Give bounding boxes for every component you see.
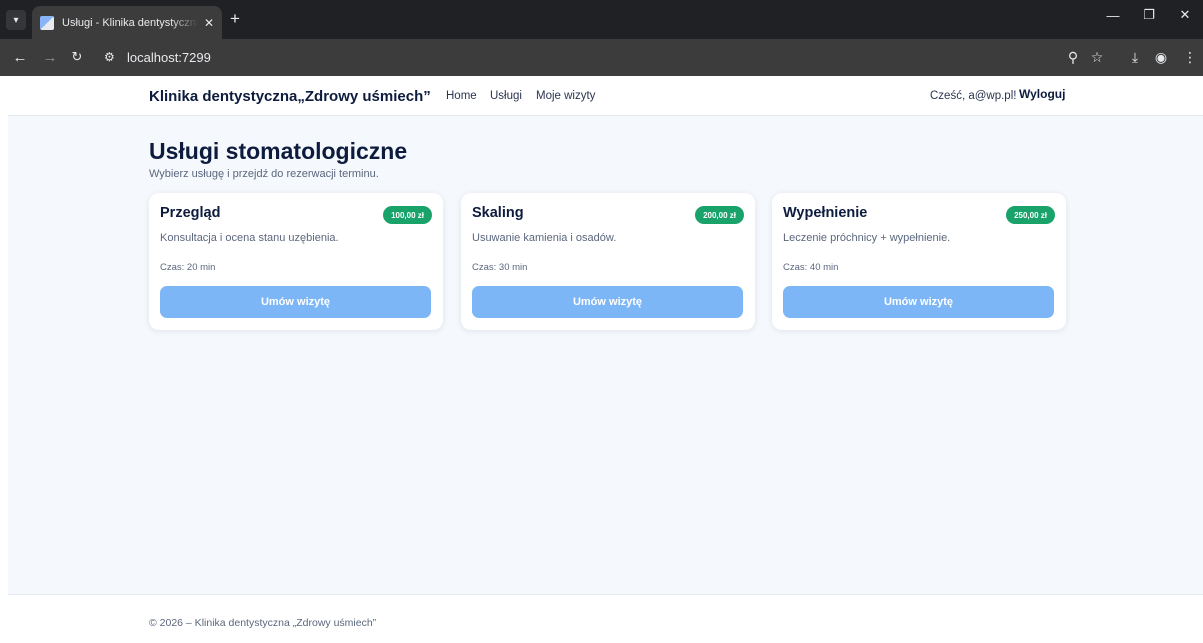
- browser-tab[interactable]: Usługi - Klinika dentystyczna „Zdrowy uś…: [32, 6, 222, 39]
- window-close-icon[interactable]: ✕: [1167, 0, 1203, 30]
- user-greeting: Cześć, a@wp.pl!: [930, 90, 1017, 102]
- download-icon[interactable]: ⤓: [1125, 47, 1145, 67]
- page-title: Usługi stomatologiczne: [149, 138, 408, 164]
- book-visit-button[interactable]: Umów wizytę: [783, 286, 1054, 318]
- browser-tabstrip: ▾ Usługi - Klinika dentystyczna „Zdrowy …: [0, 0, 1203, 39]
- site-info-icon[interactable]: ⚙: [104, 50, 115, 64]
- new-tab-button[interactable]: +: [230, 10, 240, 28]
- book-visit-button[interactable]: Umów wizytę: [160, 286, 431, 318]
- profile-avatar-icon[interactable]: ◉: [1151, 47, 1171, 67]
- service-duration: Czas: 30 min: [472, 262, 528, 273]
- footer-copyright: © 2026 – Klinika dentystyczna „Zdrowy uś…: [149, 617, 377, 629]
- window-controls: — ❐ ✕: [1095, 0, 1203, 30]
- nav-link-home[interactable]: Home: [446, 90, 477, 102]
- price-badge: 250,00 zł: [1006, 206, 1055, 224]
- site-navbar: Klinika dentystyczna„Zdrowy uśmiech” Hom…: [8, 76, 1203, 116]
- service-card-przeglad: Przegląd 100,00 zł Konsultacja i ocena s…: [149, 193, 443, 330]
- nav-link-services[interactable]: Usługi: [490, 90, 522, 102]
- price-badge: 200,00 zł: [695, 206, 744, 224]
- back-arrow-icon[interactable]: ←: [10, 47, 30, 67]
- price-badge: 100,00 zł: [383, 206, 432, 224]
- logout-button[interactable]: Wyloguj: [1019, 87, 1065, 101]
- minimize-icon[interactable]: —: [1095, 0, 1131, 30]
- book-visit-button[interactable]: Umów wizytę: [472, 286, 743, 318]
- service-name: Przegląd: [160, 205, 221, 221]
- service-card-wypelnienie: Wypełnienie 250,00 zł Leczenie próchnicy…: [772, 193, 1066, 330]
- zoom-icon[interactable]: ⚲: [1063, 47, 1083, 67]
- restore-icon[interactable]: ❐: [1131, 0, 1167, 30]
- service-card-skaling: Skaling 200,00 zł Usuwanie kamienia i os…: [461, 193, 755, 330]
- service-description: Usuwanie kamienia i osadów.: [472, 232, 617, 244]
- service-description: Leczenie próchnicy + wypełnienie.: [783, 232, 951, 244]
- web-page: Klinika dentystyczna„Zdrowy uśmiech” Hom…: [8, 76, 1203, 643]
- tab-title: Usługi - Klinika dentystyczna „Zdrowy uś…: [62, 16, 198, 29]
- service-name: Wypełnienie: [783, 205, 868, 221]
- browser-menu-icon[interactable]: ⋮: [1180, 47, 1200, 67]
- tab-search-button[interactable]: ▾: [6, 10, 26, 30]
- service-description: Konsultacja i ocena stanu uzębienia.: [160, 232, 339, 244]
- reload-icon[interactable]: ↻: [67, 47, 87, 67]
- browser-toolbar: ← → ↻ ⚙ localhost:7299 ⚲ ☆ ⤓ ◉ ⋮: [0, 39, 1203, 76]
- forward-arrow-icon[interactable]: →: [40, 47, 60, 67]
- service-name: Skaling: [472, 205, 524, 221]
- bookmark-star-icon[interactable]: ☆: [1087, 47, 1107, 67]
- tab-favicon-icon: [40, 15, 54, 30]
- service-duration: Czas: 40 min: [783, 262, 839, 273]
- address-bar[interactable]: localhost:7299: [127, 50, 211, 65]
- site-footer: © 2026 – Klinika dentystyczna „Zdrowy uś…: [8, 594, 1203, 643]
- page-subtitle: Wybierz usługę i przejdź do rezerwacji t…: [149, 168, 379, 180]
- site-brand-link[interactable]: Klinika dentystyczna„Zdrowy uśmiech”: [149, 88, 431, 105]
- nav-link-my-visits[interactable]: Moje wizyty: [536, 90, 595, 102]
- service-duration: Czas: 20 min: [160, 262, 216, 273]
- tab-close-icon[interactable]: ✕: [204, 16, 214, 30]
